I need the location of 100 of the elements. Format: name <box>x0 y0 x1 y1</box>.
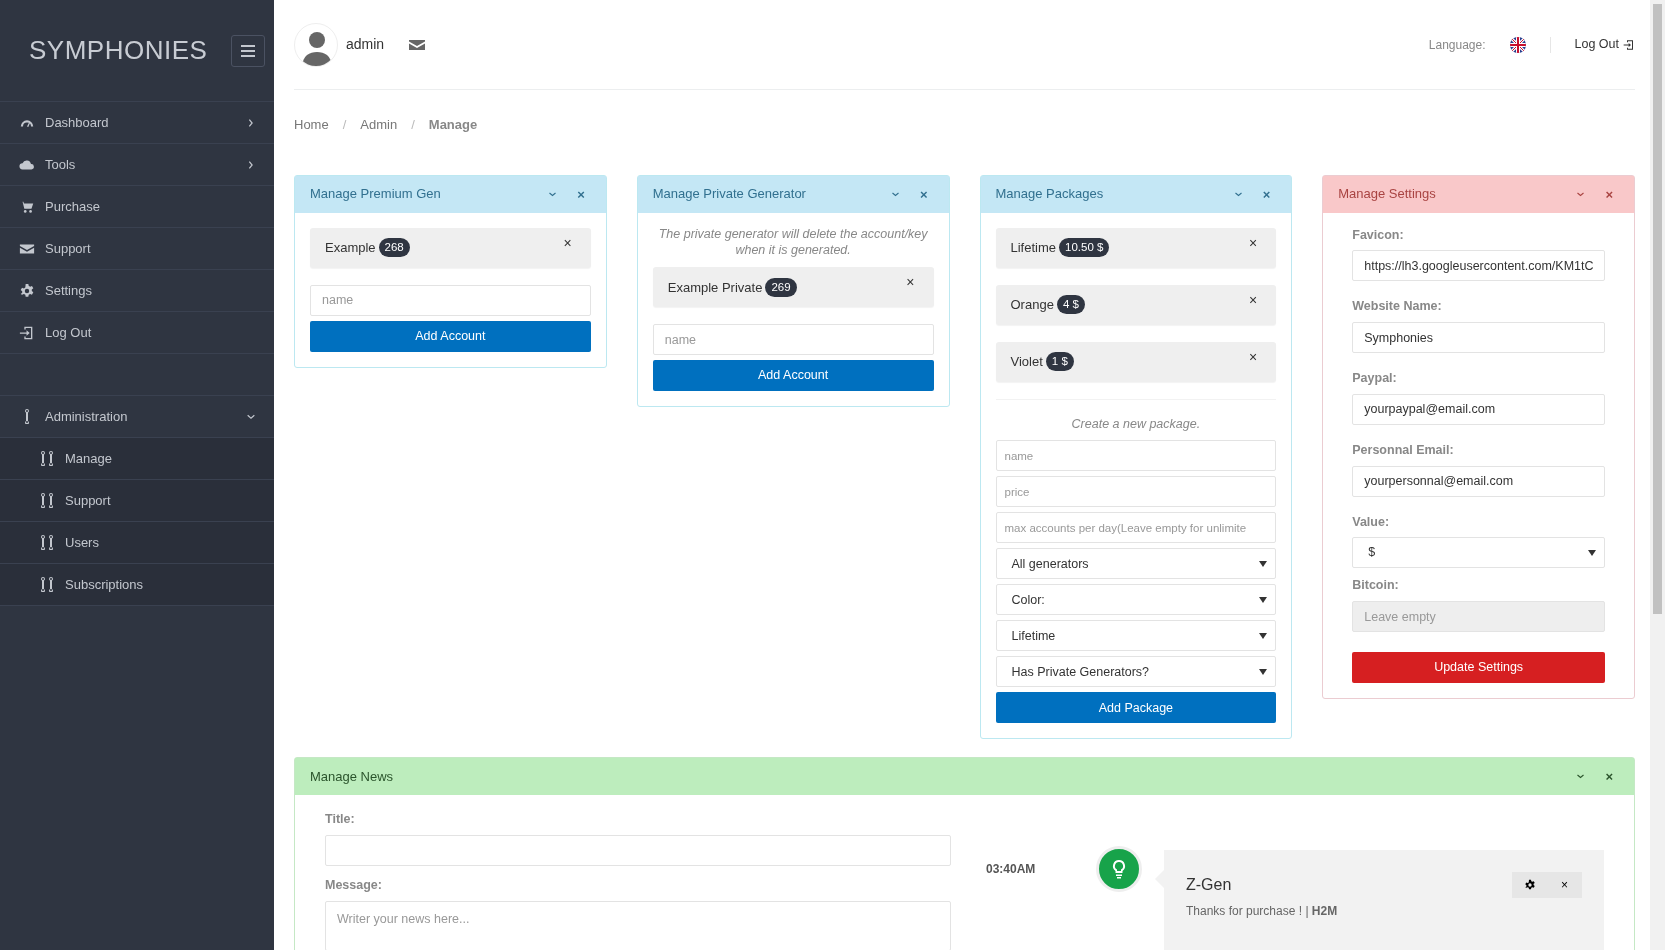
brand-logo: SYMPHONIES <box>29 34 208 67</box>
breadcrumb-separator: / <box>411 116 415 134</box>
close-button[interactable]: × <box>1599 187 1619 201</box>
breadcrumb-link[interactable]: Home <box>294 115 329 135</box>
tool-icon <box>41 451 53 466</box>
close-button[interactable]: × <box>1256 187 1277 201</box>
input-field[interactable]: Symphonies <box>1352 322 1605 353</box>
select-field[interactable]: Lifetime <box>995 620 1277 652</box>
count-pill: 268 <box>378 237 410 258</box>
scrollbar[interactable] <box>1650 0 1665 950</box>
remove-button[interactable]: × <box>1245 349 1262 364</box>
field-label: Title: <box>325 811 356 829</box>
logout-icon <box>1623 38 1635 51</box>
count-pill: 10.50 $ <box>1059 237 1110 258</box>
input-field[interactable]: yourpaypal@email.com <box>1352 393 1605 425</box>
menu-icon <box>241 44 256 57</box>
tool-icon <box>41 493 53 508</box>
gear-icon <box>1523 879 1536 892</box>
close-button[interactable]: × <box>571 187 591 201</box>
input-field[interactable]: max accounts per day(Leave empty for unlimite <box>995 512 1277 544</box>
item-name: Example Private <box>667 278 763 297</box>
add-package-button[interactable]: Add Package <box>995 692 1277 724</box>
sidebar-item[interactable]: Users <box>0 522 274 564</box>
input-field[interactable]: name <box>995 440 1277 472</box>
input-field[interactable]: name <box>310 284 591 316</box>
note-text: The private generator will delete the account/key when it is generated. <box>657 225 929 260</box>
avatar <box>294 22 338 67</box>
field-label: Value: <box>1352 513 1391 531</box>
close-button[interactable]: × <box>1547 872 1582 899</box>
sidebar-item[interactable]: Subscriptions <box>0 564 274 606</box>
sidebar-item[interactable]: Log Out <box>0 312 274 354</box>
dropdown-arrow-icon <box>1259 632 1268 639</box>
lightbulb-icon <box>1110 859 1128 880</box>
panel-title: Manage Packages <box>995 185 1104 204</box>
settings-button[interactable] <box>1512 872 1547 899</box>
language-label: Language: <box>1428 36 1486 54</box>
field-label: Message: <box>325 877 383 895</box>
panel-title: Manage Private Generator <box>652 185 806 204</box>
news-text: Thanks for purchase ! | H2M <box>1186 903 1339 921</box>
add-account-button[interactable]: Add Account <box>310 320 591 352</box>
select-field[interactable]: Color: <box>995 584 1277 616</box>
field-label: Favicon: <box>1352 226 1405 244</box>
breadcrumb-separator: / <box>342 116 347 134</box>
input-field[interactable] <box>325 835 951 867</box>
logout-link[interactable]: Log Out <box>1574 35 1635 54</box>
close-button[interactable]: × <box>913 187 934 201</box>
item-name: Example <box>325 238 376 257</box>
input-field[interactable]: price <box>995 476 1277 508</box>
add-account-button[interactable]: Add Account <box>652 360 934 392</box>
field-label: Paypal: <box>1352 370 1398 387</box>
field-label: Personnal Email: <box>1352 441 1455 459</box>
select-field[interactable]: $ <box>1352 537 1605 569</box>
tool-icon <box>41 535 53 550</box>
item-name: Lifetime <box>1010 238 1057 257</box>
count-pill: 1 $ <box>1045 351 1074 372</box>
remove-button[interactable]: × <box>1245 235 1262 250</box>
close-button[interactable]: × <box>1599 770 1619 784</box>
item-name: Orange <box>1010 295 1054 314</box>
gear-icon <box>19 282 35 299</box>
item-name: Violet <box>1010 352 1043 371</box>
message-field[interactable]: Writer your news here... <box>325 900 951 950</box>
sidebar-item[interactable]: Dashboard <box>0 102 274 144</box>
news-title: Z-Gen <box>1186 875 1232 896</box>
remove-button[interactable]: × <box>902 275 919 290</box>
sidebar-item[interactable]: Support <box>0 228 274 270</box>
sidebar-item[interactable]: Settings <box>0 270 274 312</box>
remove-button[interactable]: × <box>559 235 576 250</box>
update-settings-button[interactable]: Update Settings <box>1352 652 1605 683</box>
tool-icon <box>41 577 53 592</box>
user-name[interactable]: admin <box>346 34 385 55</box>
time-label: 03:40AM <box>986 861 1037 879</box>
dropdown-arrow-icon <box>1259 596 1268 603</box>
note-text: Create a new package. <box>1070 415 1202 433</box>
menu-button[interactable] <box>231 34 266 67</box>
scrollbar-thumb[interactable] <box>1653 4 1662 614</box>
sidebar-item[interactable]: Support <box>0 480 274 522</box>
dropdown-arrow-icon <box>1588 549 1596 556</box>
flag-icon <box>1509 36 1526 53</box>
count-pill: 269 <box>765 277 797 297</box>
select-field[interactable]: All generators <box>995 548 1277 580</box>
dropdown-arrow-icon <box>1259 668 1268 675</box>
panel-title: Manage News <box>310 768 394 787</box>
logout-icon <box>19 324 35 341</box>
field-label: Website Name: <box>1352 298 1443 316</box>
input-field[interactable]: yourpersonnal@email.com <box>1352 465 1605 497</box>
language-button[interactable] <box>1509 36 1526 53</box>
tool-icon <box>25 409 29 424</box>
sidebar-item[interactable]: Manage <box>0 438 274 480</box>
input-field[interactable]: name <box>652 324 934 356</box>
select-field[interactable]: Has Private Generators? <box>995 656 1277 688</box>
breadcrumb-link[interactable]: Admin <box>360 115 398 135</box>
remove-button[interactable]: × <box>1245 292 1262 307</box>
panel-title: Manage Premium Gen <box>310 185 441 204</box>
dropdown-arrow-icon <box>1259 560 1268 567</box>
count-pill: 4 $ <box>1056 294 1085 315</box>
input-field[interactable]: https://lh3.googleusercontent.com/KM1tC <box>1352 250 1605 282</box>
sidebar-item[interactable]: Tools <box>0 144 274 186</box>
sidebar-item[interactable]: Purchase <box>0 186 274 228</box>
field-label: Bitcoin: <box>1352 577 1400 595</box>
panel-title: Manage Settings <box>1338 185 1436 204</box>
